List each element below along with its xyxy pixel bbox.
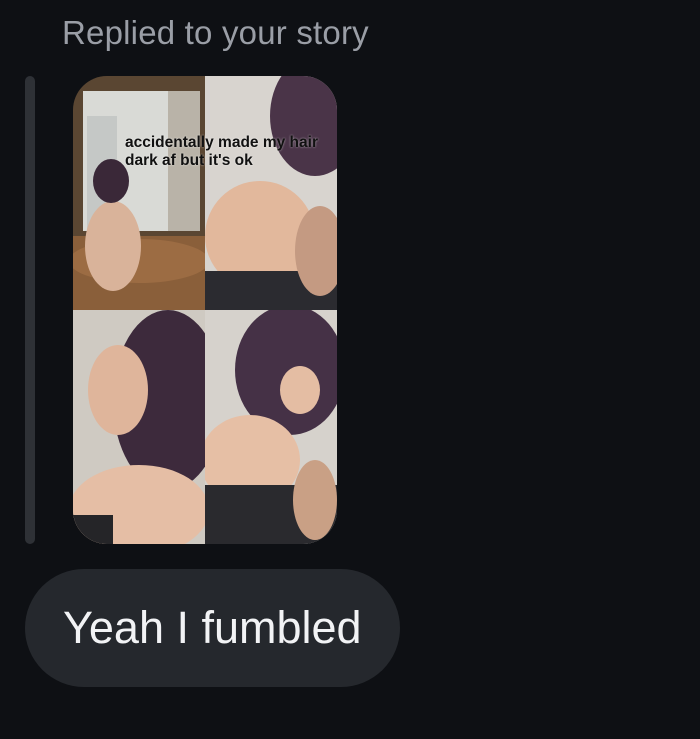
story-photo-top-right (205, 76, 337, 310)
dm-thread: Replied to your story accidentally made … (0, 0, 700, 739)
reply-quote-bar (25, 76, 35, 544)
story-reply-label: Replied to your story (62, 14, 369, 51)
story-caption: accidentally made my hair dark af but it… (125, 134, 318, 169)
story-preview[interactable]: accidentally made my hair dark af but it… (73, 76, 337, 544)
story-photo-bottom-right (205, 310, 337, 544)
message-text: Yeah I fumbled (63, 602, 362, 653)
message-bubble[interactable]: Yeah I fumbled (25, 569, 400, 687)
story-photo-bottom-left (73, 310, 205, 544)
story-photo-top-left (73, 76, 205, 310)
